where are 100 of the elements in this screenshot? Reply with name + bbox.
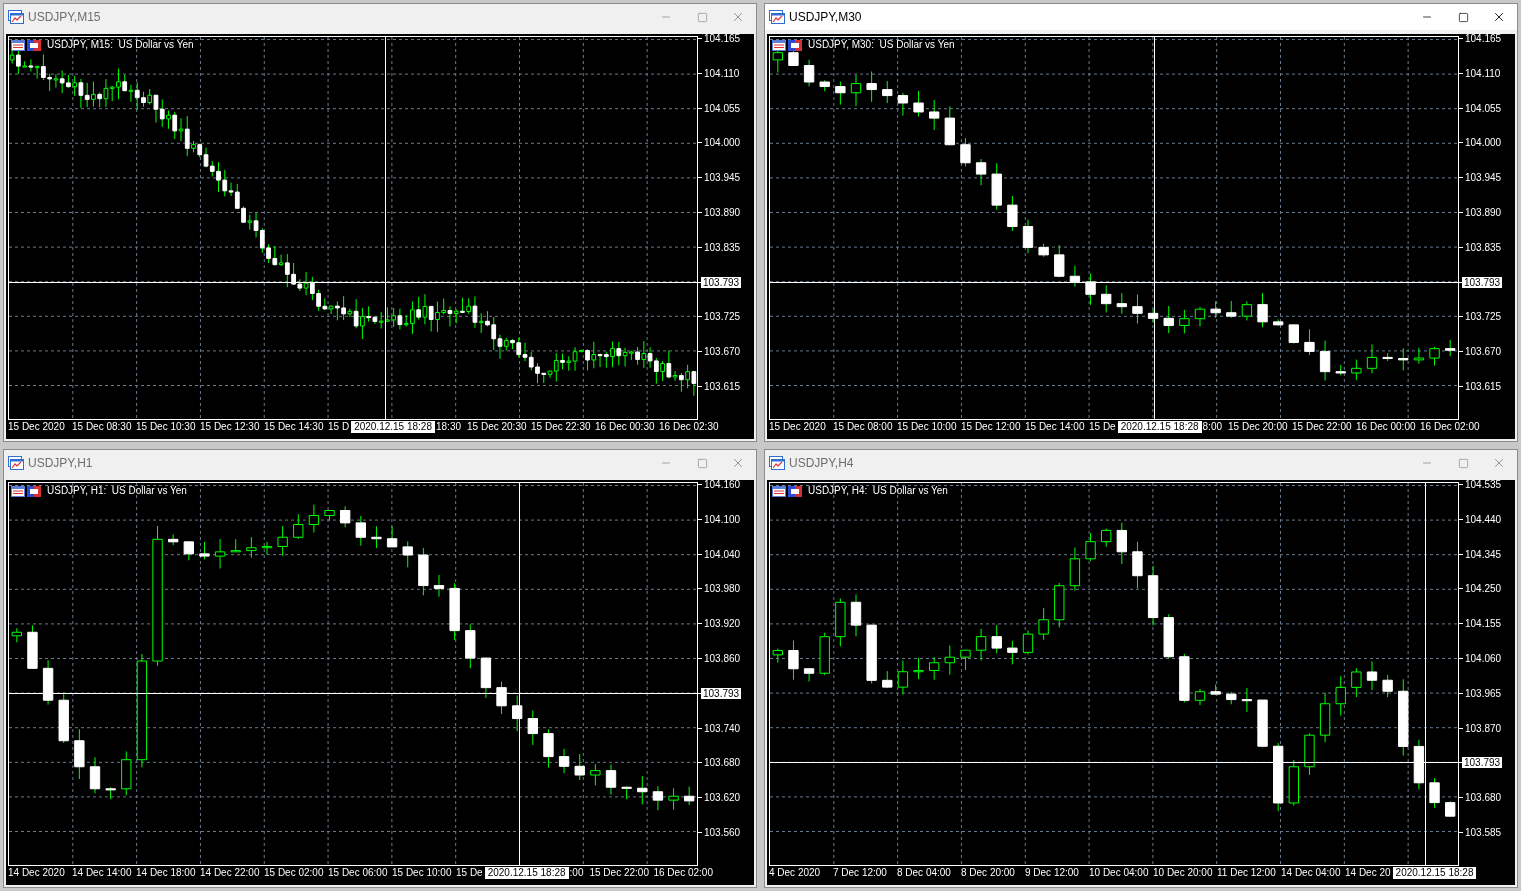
time-label: 16 Dec 00:00: [1356, 421, 1417, 433]
candle: [835, 597, 846, 647]
crosshair-time-label: 2020.12.15 18:28: [1117, 421, 1202, 433]
candle: [1413, 739, 1425, 790]
time-label: 8 Dec 20:00: [961, 867, 1016, 879]
candle: [1257, 699, 1268, 748]
candle: [277, 525, 288, 557]
window-title: USDJPY,H4: [789, 455, 854, 472]
candle: [1101, 528, 1112, 548]
crosshair-time-label: 2020.12.15 18:28: [1392, 867, 1477, 879]
time-label: 15 Dec 14:00: [1025, 421, 1086, 433]
window-title: USDJPY,H1: [28, 455, 93, 472]
candle: [835, 80, 846, 106]
candle: [788, 639, 799, 681]
price-label: 103.680: [704, 757, 741, 769]
candle: [1366, 660, 1378, 691]
candle: [42, 659, 54, 706]
candle: [803, 59, 815, 87]
time-label: 15 Dec 12:00: [961, 421, 1022, 433]
candle: [449, 582, 460, 641]
candle: [1038, 607, 1049, 641]
time-label: 15 Dec 02:00: [264, 867, 325, 879]
candle: [1147, 565, 1159, 627]
price-label: 103.860: [704, 653, 741, 664]
candle: [975, 158, 987, 186]
price-label: 104.165: [1465, 33, 1502, 44]
table-icon: [11, 39, 25, 51]
candle: [11, 627, 22, 643]
candle: [882, 80, 893, 104]
flag-icon: [27, 485, 41, 497]
price-label: 104.110: [1465, 67, 1501, 79]
candle: [1351, 359, 1362, 381]
price-label: 103.945: [1465, 172, 1502, 184]
candle: [574, 753, 585, 781]
candle: [433, 574, 445, 598]
candle: [1413, 347, 1425, 365]
candle: [1132, 294, 1143, 325]
time-label: 11 Dec 12:00: [1217, 867, 1277, 879]
candle: [1257, 292, 1268, 328]
maximize-icon: [696, 457, 708, 469]
time-label: 15 Dec 14:30: [264, 421, 325, 433]
time-label: 10 Dec 04:00: [1089, 867, 1150, 879]
candle: [1429, 777, 1440, 809]
table-icon: [11, 485, 25, 497]
candle: [27, 624, 38, 670]
time-label: 15 Dec 10:00: [392, 867, 453, 879]
candle: [866, 624, 877, 684]
price-label: 103.620: [704, 792, 741, 804]
close-icon: [731, 456, 745, 470]
time-label: 15 Dec 08:00: [833, 421, 894, 433]
price-label: 103.920: [704, 618, 741, 630]
candle: [1241, 687, 1253, 713]
time-label: 16 Dec 02:00: [1420, 421, 1481, 433]
price-label: 103.945: [704, 172, 741, 184]
candle: [558, 748, 570, 774]
close-icon: [731, 10, 745, 24]
candle: [1007, 195, 1018, 232]
time-label: 15 De: [1089, 421, 1116, 433]
price-label: 103.890: [704, 207, 741, 218]
candle: [1179, 653, 1190, 703]
candle: [668, 787, 679, 811]
candle: [1445, 339, 1456, 357]
candle: [772, 648, 783, 664]
candle: [74, 728, 85, 780]
candle: [480, 657, 492, 699]
chart-icon: [769, 10, 785, 24]
candle: [1069, 265, 1081, 288]
candle: [355, 515, 366, 547]
candle: [991, 624, 1002, 654]
price-label: 103.740: [704, 722, 741, 734]
time-label: 14 Dec 22:00: [200, 867, 261, 879]
time-label: 15 Dec 20:00: [1228, 421, 1289, 433]
candle: [121, 750, 132, 796]
candle: [308, 504, 320, 533]
price-label: 103.870: [1465, 722, 1502, 734]
candle: [1210, 684, 1221, 696]
price-label: 104.055: [704, 102, 741, 114]
candle: [1382, 352, 1393, 362]
price-label: 103.585: [1465, 826, 1502, 838]
candle: [1335, 364, 1346, 376]
candle: [913, 657, 924, 680]
candle: [929, 656, 940, 681]
candle: [105, 786, 116, 800]
price-label: 104.060: [1465, 653, 1502, 664]
candle: [418, 547, 429, 596]
candle: [1194, 306, 1206, 327]
candle: [324, 509, 335, 521]
candle: [168, 534, 179, 546]
time-label: 16 Dec 02:00: [653, 867, 714, 879]
price-label: 104.250: [1465, 583, 1502, 595]
candle: [1273, 318, 1284, 327]
price-label: 103.670: [704, 346, 741, 358]
candle: [1288, 759, 1299, 807]
price-label: 103.615: [1465, 380, 1502, 392]
candle: [199, 541, 210, 560]
candle: [1241, 300, 1253, 321]
candle: [897, 660, 909, 695]
flag-icon: [788, 485, 802, 497]
current-price-label: 103.793: [701, 276, 742, 288]
price-label: 104.055: [1465, 102, 1502, 114]
